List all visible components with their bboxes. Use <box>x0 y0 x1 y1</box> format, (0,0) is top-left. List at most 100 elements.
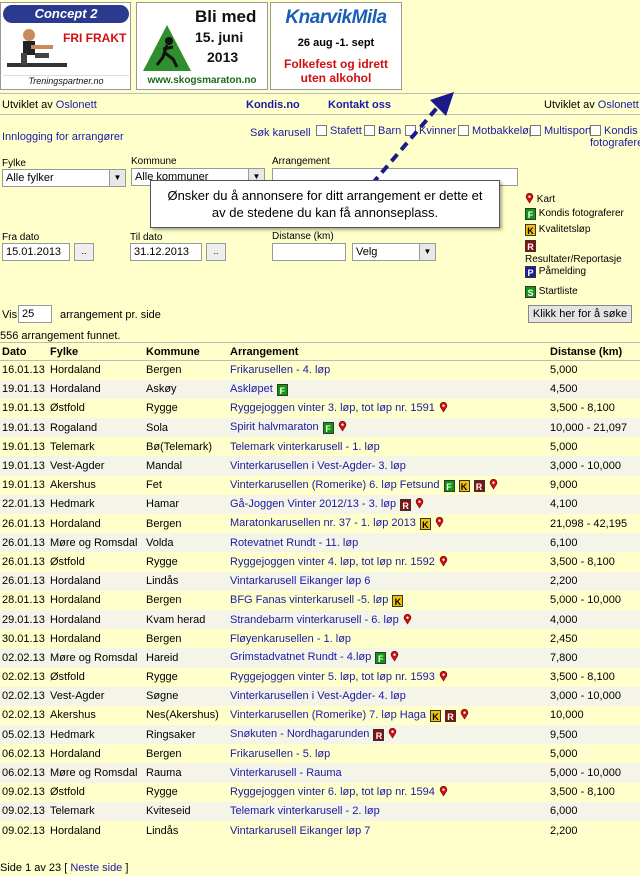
event-link[interactable]: BFG Fanas vinterkarusell -5. løp <box>230 594 388 606</box>
table-row: 28.01.13 Hordaland Bergen BFG Fanas vinterk… <box>0 590 640 610</box>
cell-distanse: 2,200 <box>548 571 640 591</box>
map-pin-icon[interactable] <box>435 517 444 528</box>
cell-kommune: Ringsaker <box>144 725 228 745</box>
checkbox-motbakke[interactable]: Motbakkeløp <box>458 125 535 137</box>
cell-arrangement: Telemark vinterkarusell - 1. løp <box>228 437 548 457</box>
map-pin-icon[interactable] <box>439 786 448 797</box>
cell-dato: 26.01.13 <box>0 571 48 591</box>
cell-dato: 09.02.13 <box>0 782 48 802</box>
table-header-row: Dato Fylke Kommune Arrangement Distanse … <box>0 342 640 361</box>
cell-arrangement: Vinterkarusellen (Romerike) 7. løp Haga K… <box>228 705 548 726</box>
event-link[interactable]: Vinterkarusellen (Romerike) 7. løp Haga <box>230 709 426 721</box>
oslonett-link-right[interactable]: Oslonett <box>598 99 639 111</box>
badge-k-icon[interactable]: K <box>430 709 442 722</box>
badge-r-icon[interactable]: R <box>373 729 385 742</box>
cell-fylke: Hordaland <box>48 629 144 649</box>
checkbox-multisport[interactable]: Multisport <box>530 125 592 137</box>
skogsmaraton-banner[interactable]: Bli med 15. juni 2013 www.skogsmaraton.n… <box>136 2 268 90</box>
map-pin-icon[interactable] <box>338 421 347 432</box>
oslonett-link-left[interactable]: Oslonett <box>56 99 97 111</box>
cell-dato: 09.02.13 <box>0 801 48 821</box>
legend-label: Kart <box>536 194 556 205</box>
event-link[interactable]: Askløpet <box>230 383 273 395</box>
cell-dato: 05.02.13 <box>0 725 48 745</box>
organizer-login-link[interactable]: Innlogging for arrangører <box>2 131 124 143</box>
cell-arrangement: Gå-Joggen Vinter 2012/13 - 3. løp R <box>228 494 548 514</box>
treningspartner-text: Treningspartner.no <box>3 75 129 87</box>
badge-r-icon[interactable]: R <box>400 498 412 511</box>
table-row: 09.02.13 Østfold Rygge Ryggejoggen vinter 6… <box>0 782 640 802</box>
cell-distanse: 5,000 <box>548 744 640 764</box>
event-link[interactable]: Vinterkarusellen i Vest-Agder- 3. løp <box>230 460 406 472</box>
search-button[interactable]: Klikk her for å søke <box>528 305 632 323</box>
event-link[interactable]: Ryggejoggen vinter 4. løp, tot løp nr. 1… <box>230 556 435 568</box>
map-pin-icon[interactable] <box>489 478 498 490</box>
vis-count-input[interactable]: 25 <box>18 305 52 323</box>
cell-fylke: Møre og Romsdal <box>48 533 144 553</box>
badge-r-icon[interactable]: R <box>445 709 457 722</box>
badge-f-icon[interactable]: F <box>375 652 387 665</box>
fra-dato-input[interactable]: 15.01.2013 <box>2 243 70 261</box>
event-link[interactable]: Vinterkarusell - Rauma <box>230 767 342 779</box>
til-dato-picker-button[interactable]: .. <box>206 243 226 261</box>
til-dato-input[interactable]: 31.12.2013 <box>130 243 202 261</box>
badge-k-icon[interactable]: K <box>458 479 470 492</box>
fylke-select[interactable]: Alle fylker ▼ <box>2 169 126 187</box>
checkbox-label: Motbakkeløp <box>472 125 535 137</box>
map-pin-icon[interactable] <box>403 613 412 625</box>
event-link[interactable]: Vinterkarusellen (Romerike) 6. løp Fetsu… <box>230 479 440 491</box>
knarvikmila-banner[interactable]: KnarvikMila 26 aug -1. sept Folkefest og… <box>270 2 402 90</box>
event-link[interactable]: Ryggejoggen vinter 6. løp, tot løp nr. 1… <box>230 786 435 798</box>
badge-r-icon[interactable]: R <box>473 479 485 492</box>
cell-fylke: Hordaland <box>48 821 144 841</box>
map-pin-icon[interactable] <box>388 728 397 739</box>
badge-f-icon[interactable]: F <box>443 479 455 492</box>
map-pin-icon[interactable] <box>439 671 448 682</box>
cell-kommune: Bergen <box>144 514 228 534</box>
badge-k-icon[interactable]: K <box>419 518 431 531</box>
cell-dato: 26.01.13 <box>0 514 48 534</box>
event-link[interactable]: Frikarusellen - 4. løp <box>230 364 330 376</box>
event-link[interactable]: Vintarkarusell Eikanger løp 6 <box>230 575 370 587</box>
checkbox-box[interactable] <box>590 125 601 136</box>
kondis-link[interactable]: Kondis.no <box>246 99 300 111</box>
distanse-input[interactable] <box>272 243 346 261</box>
next-page-link[interactable]: Neste side <box>70 862 122 874</box>
event-link[interactable]: Rotevatnet Rundt - 11. løp <box>230 537 358 549</box>
concept2-banner[interactable]: Concept 2 FRI FRAKT Treningspartner.no <box>0 2 131 90</box>
event-link[interactable]: Spirit halvmaraton <box>230 421 319 433</box>
map-pin-icon[interactable] <box>439 402 448 413</box>
cell-dato: 19.01.13 <box>0 475 48 495</box>
event-link[interactable]: Vinterkarusellen i Vest-Agder- 4. løp <box>230 690 406 702</box>
event-link[interactable]: Gå-Joggen Vinter 2012/13 - 3. løp <box>230 498 396 510</box>
map-pin-icon[interactable] <box>460 709 469 720</box>
event-link[interactable]: Maratonkarusellen nr. 37 - 1. løp 2013 <box>230 517 416 529</box>
distanse-select[interactable]: Velg ▼ <box>352 243 436 261</box>
badge-f-icon[interactable]: F <box>276 383 288 396</box>
event-link[interactable]: Vintarkarusell Eikanger løp 7 <box>230 825 370 837</box>
event-link[interactable]: Frikarusellen - 5. løp <box>230 748 330 760</box>
search-carousel-link[interactable]: Søk karusell <box>250 127 311 139</box>
event-link[interactable]: Strandebarm vinterkarusell - 6. løp <box>230 614 399 626</box>
checkbox-box[interactable] <box>316 125 327 136</box>
map-pin-icon[interactable] <box>390 651 399 662</box>
badge-f-icon[interactable]: F <box>322 422 334 435</box>
cell-distanse: 5,000 - 10,000 <box>548 763 640 783</box>
event-link[interactable]: Telemark vinterkarusell - 1. løp <box>230 441 380 453</box>
event-link[interactable]: Telemark vinterkarusell - 2. løp <box>230 805 380 817</box>
event-link[interactable]: Snøkuten - Nordhagarunden <box>230 728 369 740</box>
results-table: Dato Fylke Kommune Arrangement Distanse … <box>0 342 640 841</box>
event-link[interactable]: Ryggejoggen vinter 5. løp, tot løp nr. 1… <box>230 671 435 683</box>
fra-dato-picker-button[interactable]: .. <box>74 243 94 261</box>
event-link[interactable]: Fløyenkarusellen - 1. løp <box>230 633 351 645</box>
cell-distanse: 3,500 - 8,100 <box>548 782 640 802</box>
checkbox-box[interactable] <box>530 125 541 136</box>
checkbox-kondis-foto[interactable]: Kondis fotograferer <box>590 125 640 149</box>
event-link[interactable]: Grimstadvatnet Rundt - 4.løp <box>230 651 371 663</box>
checkbox-stafett[interactable]: Stafett <box>316 125 362 137</box>
cell-dato: 19.01.13 <box>0 398 48 419</box>
map-pin-icon[interactable] <box>415 498 424 509</box>
badge-k-icon[interactable]: K <box>392 594 404 607</box>
map-pin-icon[interactable] <box>439 556 448 567</box>
event-link[interactable]: Ryggejoggen vinter 3. løp, tot løp nr. 1… <box>230 402 435 414</box>
